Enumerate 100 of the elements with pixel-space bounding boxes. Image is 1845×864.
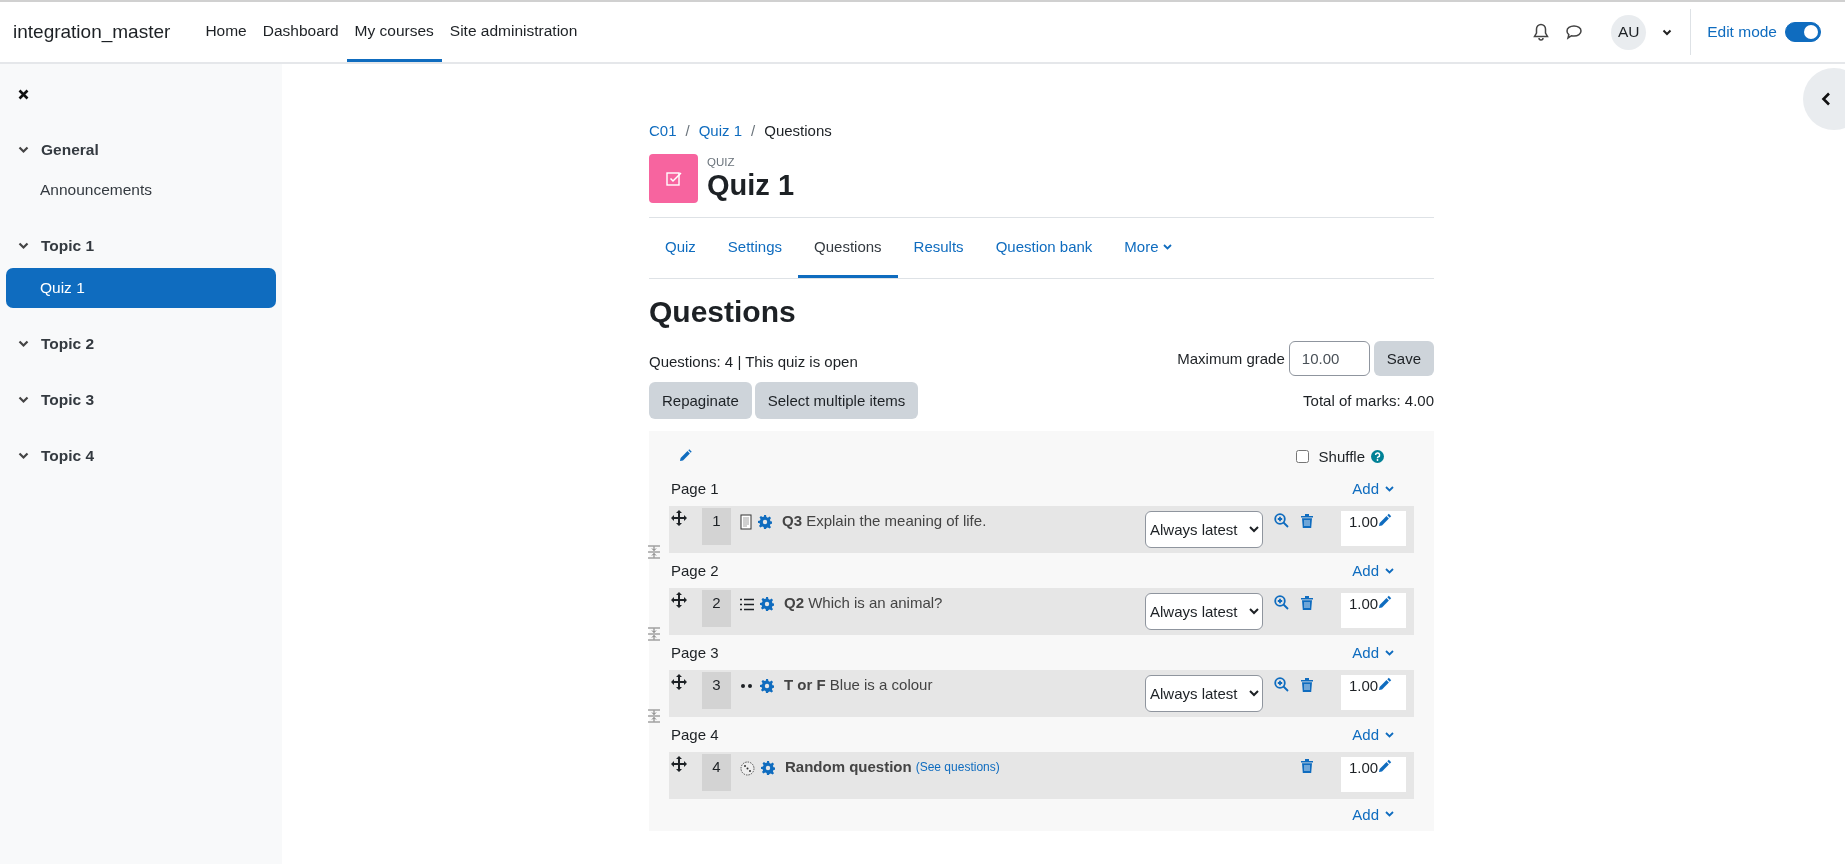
tab[interactable]: Results bbox=[897, 218, 980, 278]
breadcrumb-link[interactable]: C01 bbox=[649, 122, 677, 139]
gear-icon[interactable] bbox=[760, 679, 774, 693]
move-icon[interactable] bbox=[671, 674, 687, 690]
chevron-icon[interactable] bbox=[18, 242, 29, 250]
activity-title: Quiz 1 bbox=[707, 168, 794, 202]
section-title[interactable]: Topic 4 bbox=[41, 447, 95, 465]
page-label: Page 1 bbox=[671, 480, 719, 497]
action-button[interactable]: Select multiple items bbox=[754, 382, 919, 419]
shuffle-checkbox[interactable] bbox=[1295, 449, 1309, 463]
quiz-activity-icon bbox=[649, 154, 698, 203]
help-icon[interactable] bbox=[1371, 449, 1384, 463]
breadcrumb-separator: / bbox=[685, 122, 690, 139]
page-heading: Questions bbox=[649, 295, 797, 329]
question-title: Q3 Explain the meaning of life. bbox=[782, 512, 987, 529]
section-title[interactable]: Topic 3 bbox=[41, 391, 95, 409]
gear-icon[interactable] bbox=[761, 761, 775, 775]
version-select[interactable]: Always latest bbox=[1145, 675, 1263, 712]
trash-icon[interactable] bbox=[1301, 759, 1313, 773]
move-icon[interactable] bbox=[671, 592, 687, 608]
move-icon[interactable] bbox=[671, 756, 687, 772]
add-menu-link[interactable]: Add bbox=[1352, 480, 1394, 497]
trash-icon[interactable] bbox=[1301, 677, 1313, 692]
zoom-in-icon[interactable] bbox=[1274, 513, 1289, 528]
maximum-grade-field[interactable]: 10.00 bbox=[1288, 341, 1370, 376]
tab[interactable]: Settings bbox=[711, 218, 799, 278]
caret-icon bbox=[1385, 649, 1394, 656]
bell-icon[interactable] bbox=[1533, 23, 1550, 41]
shuffle-label: Shuffle bbox=[1318, 447, 1365, 465]
pencil-icon[interactable] bbox=[1378, 759, 1393, 773]
edit-mode-label: Edit mode bbox=[1707, 23, 1777, 41]
add-menu-link[interactable]: Add bbox=[1352, 562, 1394, 579]
move-icon[interactable] bbox=[671, 510, 687, 526]
caret-icon bbox=[1385, 811, 1394, 817]
gear-icon[interactable] bbox=[760, 597, 774, 611]
nav-link[interactable]: My courses bbox=[346, 2, 442, 62]
question-number: 1 bbox=[702, 508, 731, 545]
breadcrumb-current: Questions bbox=[764, 122, 832, 139]
caret-icon bbox=[1162, 243, 1172, 250]
question-title: Q2 Which is an animal? bbox=[784, 594, 943, 611]
gear-icon[interactable] bbox=[758, 515, 772, 529]
nav-link[interactable]: Dashboard bbox=[254, 2, 347, 62]
action-button[interactable]: Repaginate bbox=[649, 382, 752, 419]
chat-bubble-icon[interactable] bbox=[1565, 24, 1584, 40]
question-mark: 1.00 bbox=[1349, 595, 1379, 612]
caret-icon bbox=[1385, 731, 1394, 738]
section-title[interactable]: Topic 2 bbox=[41, 335, 95, 353]
user-avatar[interactable]: AU bbox=[1611, 14, 1647, 50]
nav-link[interactable]: Home bbox=[197, 2, 255, 62]
trash-icon[interactable] bbox=[1301, 595, 1313, 610]
two-dots-icon bbox=[740, 683, 754, 689]
add-menu-link[interactable]: Add bbox=[1352, 805, 1394, 823]
tab[interactable]: More bbox=[1108, 218, 1188, 278]
version-select[interactable]: Always latest bbox=[1145, 511, 1263, 548]
site-name[interactable]: integration_master bbox=[13, 21, 171, 43]
tab[interactable]: Quiz bbox=[649, 218, 712, 278]
question-number: 2 bbox=[702, 590, 731, 627]
total-marks: Total of marks: 4.00 bbox=[1303, 392, 1434, 409]
caret-icon bbox=[1385, 485, 1394, 492]
save-button[interactable]: Save bbox=[1373, 341, 1434, 376]
version-select[interactable]: Always latest bbox=[1145, 593, 1263, 630]
chevron-left-icon bbox=[1821, 92, 1831, 106]
add-menu-link[interactable]: Add bbox=[1352, 644, 1394, 661]
question-mark: 1.00 bbox=[1349, 677, 1379, 694]
maximum-grade-label: Maximum grade bbox=[1177, 350, 1285, 367]
tab[interactable]: Questions bbox=[798, 218, 898, 278]
edit-mode-toggle[interactable] bbox=[1785, 22, 1821, 42]
pencil-icon[interactable] bbox=[1378, 595, 1393, 609]
question-title: Random question bbox=[785, 758, 912, 775]
activity-type-label: QUIZ bbox=[707, 156, 736, 168]
question-mark: 1.00 bbox=[1349, 759, 1379, 776]
sidebar-item[interactable]: Quiz 1 bbox=[6, 268, 276, 308]
pencil-icon[interactable] bbox=[678, 449, 692, 463]
breadcrumb-link[interactable]: Quiz 1 bbox=[698, 122, 743, 139]
close-icon[interactable] bbox=[18, 89, 29, 100]
nav-link[interactable]: Site administration bbox=[441, 2, 586, 62]
question-number: 3 bbox=[702, 672, 731, 709]
pencil-icon[interactable] bbox=[1378, 677, 1393, 691]
page-label: Page 3 bbox=[671, 644, 719, 661]
add-menu-link[interactable]: Add bbox=[1352, 726, 1394, 743]
document-icon bbox=[740, 514, 752, 530]
section-title[interactable]: General bbox=[41, 141, 99, 159]
page-label: Page 4 bbox=[671, 726, 719, 743]
caret-icon[interactable] bbox=[1662, 28, 1673, 36]
question-number: 4 bbox=[702, 754, 731, 791]
page-label: Page 2 bbox=[671, 562, 719, 579]
tab[interactable]: Question bank bbox=[979, 218, 1109, 278]
zoom-in-icon[interactable] bbox=[1274, 595, 1289, 610]
zoom-in-icon[interactable] bbox=[1274, 677, 1289, 692]
quiz-summary: Questions: 4 | This quiz is open bbox=[649, 353, 859, 370]
see-questions-link[interactable]: (See questions) bbox=[915, 760, 1000, 774]
sidebar-item[interactable]: Announcements bbox=[6, 170, 276, 210]
section-title[interactable]: Topic 1 bbox=[41, 237, 95, 255]
pencil-icon[interactable] bbox=[1378, 513, 1393, 527]
trash-icon[interactable] bbox=[1301, 513, 1313, 528]
chevron-icon[interactable] bbox=[18, 396, 29, 404]
chevron-icon[interactable] bbox=[18, 146, 29, 154]
chevron-icon[interactable] bbox=[18, 452, 29, 460]
caret-icon bbox=[1385, 567, 1394, 574]
chevron-icon[interactable] bbox=[18, 340, 29, 348]
